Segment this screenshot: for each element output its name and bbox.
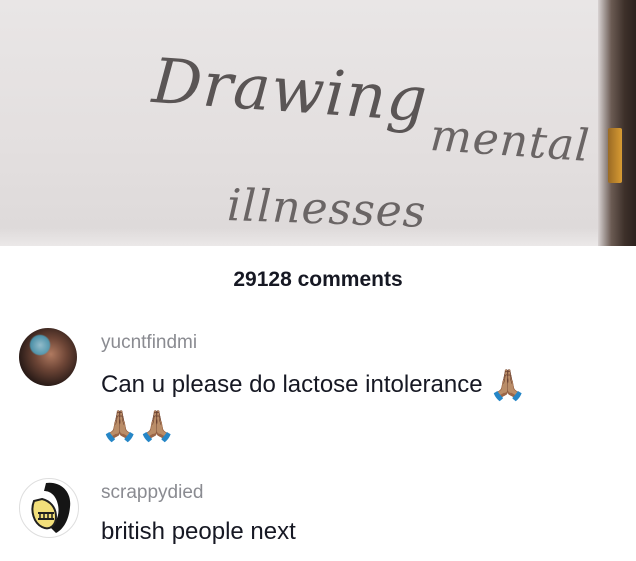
video-frame[interactable]: Drawing mental illnesses <box>0 0 636 246</box>
orange-object <box>608 128 622 183</box>
comment-username[interactable]: yucntfindmi <box>101 332 197 354</box>
avatar[interactable] <box>19 478 79 538</box>
comments-count: 29128 comments <box>233 268 403 291</box>
comment-body: Can u please do lactose intolerance <box>101 371 483 398</box>
pray-emoji-icon: 🙏🏽 <box>489 369 527 402</box>
avatar-detail <box>29 334 51 356</box>
comment-text: british people next <box>101 518 296 545</box>
comment-username[interactable]: scrappydied <box>101 482 203 504</box>
handwritten-title-line3: illnesses <box>226 180 428 238</box>
handwritten-title-line1: Drawing <box>149 44 431 137</box>
handwritten-title-line2: mental <box>428 110 592 173</box>
comments-panel: 29128 comments yucntfindmi Can u please … <box>0 246 636 561</box>
pray-emoji-icon: 🙏🏽🙏🏽 <box>101 410 176 443</box>
video-background-edge <box>598 0 636 246</box>
comment-text: Can u please do lactose intolerance 🙏🏽 🙏… <box>101 365 527 447</box>
avatar[interactable] <box>19 328 77 386</box>
avatar-drawing-icon <box>31 482 71 533</box>
